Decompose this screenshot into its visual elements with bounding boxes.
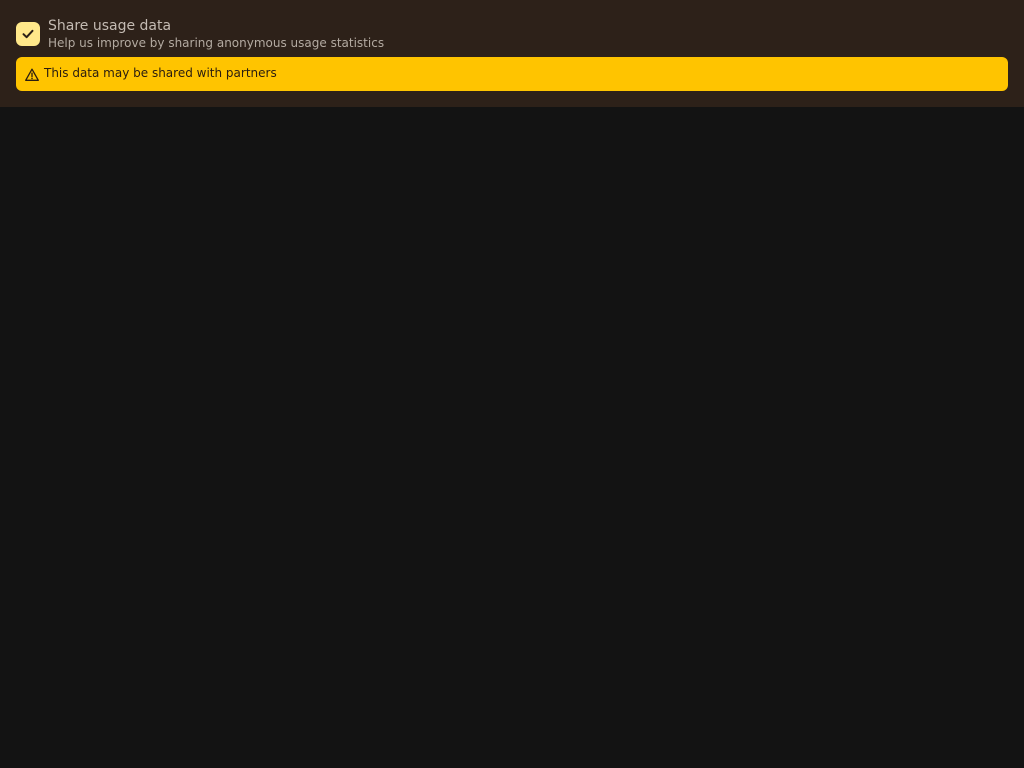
share-usage-data-text: Share usage data Help us improve by shar…: [48, 16, 384, 51]
warning-triangle-icon: [24, 67, 40, 83]
share-usage-data-description: Help us improve by sharing anonymous usa…: [48, 36, 385, 50]
share-usage-data-option[interactable]: Share usage data Help us improve by shar…: [16, 16, 384, 51]
warning-message: This data may be shared with partners: [44, 65, 277, 80]
share-usage-data-checkbox[interactable]: [16, 22, 40, 46]
partner-sharing-warning: This data may be shared with partners: [16, 57, 1008, 91]
usage-data-settings-panel: Share usage data Help us improve by shar…: [0, 0, 1024, 107]
main-content-area: [0, 107, 1024, 768]
share-usage-data-title: Share usage data: [48, 18, 172, 34]
check-icon: [22, 29, 34, 39]
